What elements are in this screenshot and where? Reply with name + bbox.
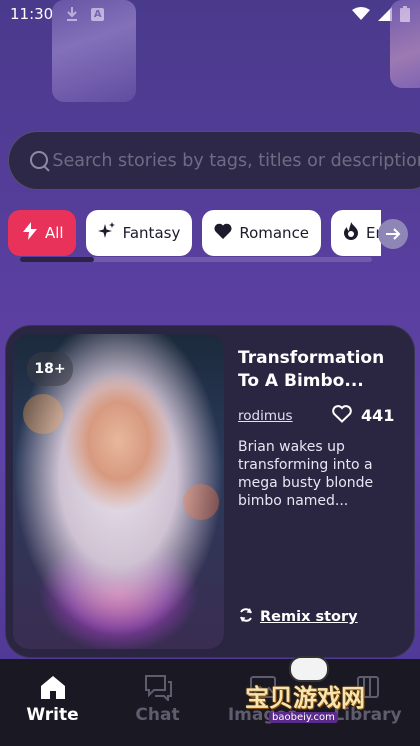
refresh-icon <box>238 607 254 627</box>
watermark-text: 宝贝游戏网 <box>245 684 365 712</box>
arrow-right-icon <box>386 228 401 240</box>
search-input[interactable]: Search stories by tags, titles or descri… <box>8 131 420 190</box>
watermark-logo: 宝贝游戏网 baobeiy.com <box>245 656 395 740</box>
home-icon <box>39 673 67 701</box>
story-author-link[interactable]: rodimus <box>238 408 293 424</box>
chip-label: All <box>45 224 64 242</box>
fire-icon <box>343 222 359 244</box>
nav-label: Write <box>26 705 79 725</box>
heart-outline-icon <box>332 405 352 426</box>
chips-next-button[interactable] <box>378 219 408 249</box>
sparkles-icon <box>97 222 116 244</box>
heart-icon <box>214 223 232 243</box>
story-thumbnail[interactable] <box>390 0 420 88</box>
chip-label: Romance <box>239 224 310 242</box>
like-count: 441 <box>361 406 395 425</box>
age-badge: 18+ <box>27 352 73 386</box>
like-button[interactable]: 441 <box>332 405 394 426</box>
story-thumbnail[interactable] <box>52 0 136 102</box>
search-placeholder: Search stories by tags, titles or descri… <box>52 150 420 171</box>
chip-label: Fantasy <box>122 224 181 242</box>
search-icon <box>29 150 49 172</box>
remix-story-button[interactable]: Remix story <box>238 607 358 627</box>
story-title[interactable]: Transformation To A Bimbo... <box>238 347 408 393</box>
chip-romance[interactable]: Romance <box>202 210 322 256</box>
status-time: 11:30 <box>10 5 54 23</box>
chat-icon <box>143 673 173 701</box>
remix-label: Remix story <box>260 609 358 625</box>
wifi-icon <box>352 7 370 20</box>
story-description: Brian wakes up transforming into a mega … <box>238 439 374 509</box>
lightning-icon <box>22 222 38 244</box>
chips-scrollbar[interactable] <box>20 257 372 262</box>
chip-fantasy[interactable]: Fantasy <box>85 210 193 256</box>
nav-write[interactable]: Write <box>0 659 105 746</box>
nav-chat[interactable]: Chat <box>105 659 210 746</box>
nav-label: Chat <box>135 705 180 725</box>
chip-erotic[interactable]: Erotic <box>331 210 382 256</box>
chips-scrollbar-thumb[interactable] <box>20 257 94 262</box>
watermark-url: baobeiy.com <box>269 712 338 723</box>
chip-all[interactable]: All <box>8 210 76 256</box>
category-chips: All Fantasy Romance Erotic <box>8 210 382 256</box>
